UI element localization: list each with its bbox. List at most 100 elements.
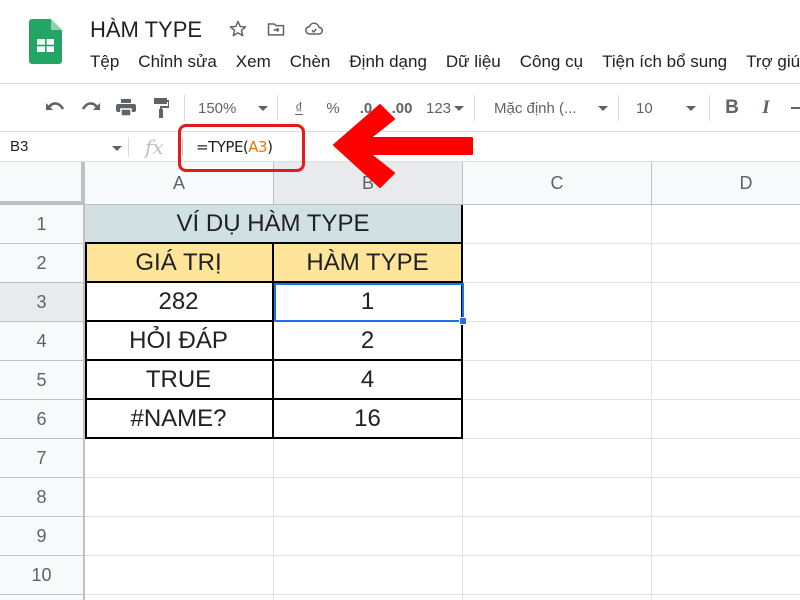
zoom-select[interactable]: 150% (198, 95, 268, 121)
cell-a9[interactable] (85, 517, 274, 556)
paint-format-icon[interactable] (148, 95, 174, 121)
cell-b3[interactable]: 1 (274, 283, 463, 322)
column-header-c[interactable]: C (463, 162, 652, 205)
row-header-7[interactable]: 7 (0, 439, 85, 478)
cell-a10[interactable] (85, 556, 274, 595)
spreadsheet-grid[interactable]: A B C D 1 2 3 4 5 6 7 8 9 10 VÍ DỤ HÀM T… (0, 162, 800, 600)
increase-decimals-button[interactable]: .00 (388, 95, 416, 121)
cell-c9[interactable] (463, 517, 652, 556)
cell-a7[interactable] (85, 439, 274, 478)
cell-c4[interactable] (463, 322, 652, 361)
row-header-5[interactable]: 5 (0, 361, 85, 400)
cell-a4[interactable]: HỎI ĐÁP (85, 322, 274, 361)
cell-b4[interactable]: 2 (274, 322, 463, 361)
more-formats-button[interactable]: 123 (424, 95, 466, 121)
cell-b9[interactable] (274, 517, 463, 556)
row-header-10[interactable]: 10 (0, 556, 85, 595)
table-title-cell-a1[interactable]: VÍ DỤ HÀM TYPE (85, 205, 463, 244)
select-all-corner[interactable] (0, 162, 85, 205)
currency-format-button[interactable]: ₫ (290, 95, 308, 121)
row-header-6[interactable]: 6 (0, 400, 85, 439)
decrease-decimals-button[interactable]: .0 (354, 95, 378, 121)
formula-prefix: =TYPE( (196, 138, 249, 156)
row-header-1[interactable]: 1 (0, 205, 85, 244)
font-size-select[interactable]: 10 (636, 95, 696, 121)
fill-handle[interactable] (459, 317, 467, 325)
cell-d7[interactable] (652, 439, 800, 478)
menu-view[interactable]: Xem (236, 52, 271, 72)
cell-d10[interactable] (652, 556, 800, 595)
print-icon[interactable] (113, 95, 139, 121)
cell-c3[interactable] (463, 283, 652, 322)
strikethrough-button[interactable] (790, 95, 800, 121)
chevron-down-icon (454, 105, 465, 111)
menu-edit[interactable]: Chỉnh sửa (138, 52, 216, 72)
cell-d1[interactable] (652, 205, 800, 244)
cell-a11[interactable] (85, 595, 274, 600)
formula-input[interactable]: =TYPE(A3) (196, 138, 273, 156)
undo-icon[interactable] (42, 95, 68, 121)
row-header-4[interactable]: 4 (0, 322, 85, 361)
cell-a5[interactable]: TRUE (85, 361, 274, 400)
column-header-a[interactable]: A (85, 162, 274, 205)
row-header-11[interactable] (0, 595, 85, 600)
star-icon[interactable] (226, 17, 250, 41)
menu-help[interactable]: Trợ giúp (746, 52, 800, 72)
menu-insert[interactable]: Chèn (290, 52, 331, 72)
header-cell-b2[interactable]: HÀM TYPE (274, 244, 463, 283)
menu-addons[interactable]: Tiện ích bổ sung (602, 52, 727, 72)
menu-format[interactable]: Định dạng (349, 52, 427, 72)
cell-b10[interactable] (274, 556, 463, 595)
menu-tools[interactable]: Công cụ (520, 52, 583, 72)
row-header-9[interactable]: 9 (0, 517, 85, 556)
cell-c10[interactable] (463, 556, 652, 595)
table-left-border (85, 244, 87, 439)
cell-c2[interactable] (463, 244, 652, 283)
cell-c7[interactable] (463, 439, 652, 478)
row-header-3[interactable]: 3 (0, 283, 85, 322)
cell-c6[interactable] (463, 400, 652, 439)
name-box-chevron-icon[interactable] (112, 146, 122, 151)
bold-button[interactable]: B (722, 95, 742, 121)
cell-d5[interactable] (652, 361, 800, 400)
cell-b7[interactable] (274, 439, 463, 478)
cell-c5[interactable] (463, 361, 652, 400)
cell-c1[interactable] (463, 205, 652, 244)
cell-b6[interactable]: 16 (274, 400, 463, 439)
cell-b11[interactable] (274, 595, 463, 600)
percent-format-button[interactable]: % (324, 95, 342, 121)
cell-d6[interactable] (652, 400, 800, 439)
italic-button[interactable]: I (756, 95, 776, 121)
cell-d3[interactable] (652, 283, 800, 322)
cell-b8[interactable] (274, 478, 463, 517)
font-size-value: 10 (636, 99, 653, 117)
cell-c8[interactable] (463, 478, 652, 517)
cell-b5[interactable]: 4 (274, 361, 463, 400)
column-header-b[interactable]: B (274, 162, 463, 205)
cell-d4[interactable] (652, 322, 800, 361)
move-to-folder-icon[interactable] (264, 17, 288, 41)
cloud-saved-icon[interactable] (302, 17, 326, 41)
menu-file[interactable]: Tệp (90, 52, 119, 72)
cell-d9[interactable] (652, 517, 800, 556)
header-cell-a2[interactable]: GIÁ TRỊ (85, 244, 274, 283)
font-family-value: Mặc định (... (494, 99, 577, 117)
menu-data[interactable]: Dữ liệu (446, 52, 501, 72)
row-header-8[interactable]: 8 (0, 478, 85, 517)
cell-a6[interactable]: #NAME? (85, 400, 274, 439)
document-title[interactable]: HÀM TYPE (90, 17, 202, 43)
cell-a3[interactable]: 282 (85, 283, 274, 322)
name-box[interactable]: B3 (10, 138, 28, 155)
cell-d8[interactable] (652, 478, 800, 517)
cell-a8[interactable] (85, 478, 274, 517)
font-family-select[interactable]: Mặc định (... (494, 95, 608, 121)
cell-c11[interactable] (463, 595, 652, 600)
redo-icon[interactable] (78, 95, 104, 121)
cell-d2[interactable] (652, 244, 800, 283)
row-header-2[interactable]: 2 (0, 244, 85, 283)
column-header-d[interactable]: D (652, 162, 800, 205)
sheets-logo-icon[interactable] (29, 19, 62, 64)
chevron-down-icon (598, 105, 608, 111)
cell-d11[interactable] (652, 595, 800, 600)
menu-bar: Tệp Chỉnh sửa Xem Chèn Định dạng Dữ liệu… (90, 52, 800, 72)
